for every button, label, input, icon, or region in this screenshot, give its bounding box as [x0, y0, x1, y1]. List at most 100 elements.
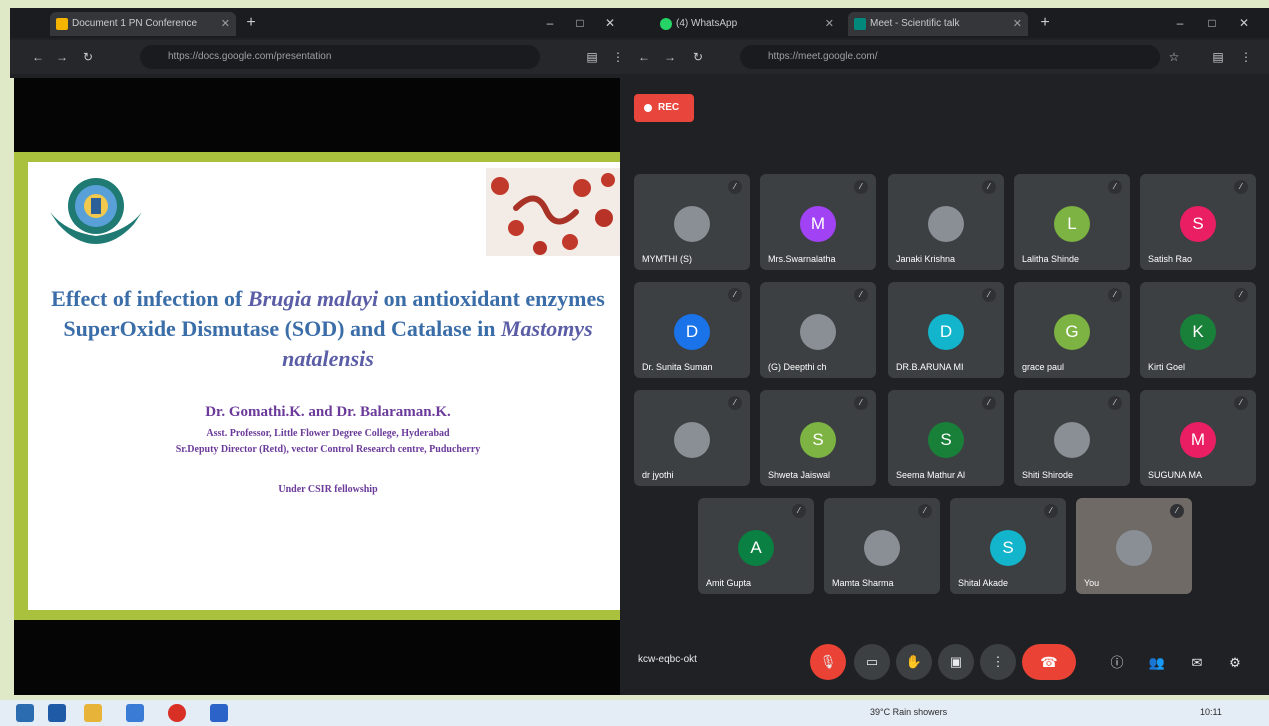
mic-muted-icon: ⁄ [918, 504, 932, 518]
meeting-code: kcw-eqbc-okt [638, 654, 697, 665]
avatar: D [674, 314, 710, 350]
slide-affiliation: Asst. Professor, Little Flower Degree Co… [206, 428, 450, 439]
avatar: L [1054, 206, 1090, 242]
mic-muted-icon: ⁄ [1108, 396, 1122, 410]
minimize-button[interactable]: – [540, 14, 560, 32]
start-icon[interactable] [16, 704, 34, 722]
desktop-edge [0, 0, 10, 726]
forward-icon[interactable]: → [662, 49, 678, 65]
participant-name: MYMTHI (S) [642, 254, 692, 264]
raise-hand-button[interactable]: ✋ [896, 644, 932, 680]
mic-off-button[interactable]: 🎙 [810, 644, 846, 680]
participant-tile[interactable]: ⁄ S Shweta Jaiswal [760, 390, 876, 486]
participant-tile[interactable]: ⁄ You [1076, 498, 1192, 594]
participant-tile[interactable]: ⁄ Shiti Shirode [1014, 390, 1130, 486]
new-tab-button[interactable]: + [1036, 14, 1054, 32]
present-button[interactable]: ▣ [938, 644, 974, 680]
minimize-button[interactable]: – [1170, 14, 1190, 32]
weather-widget[interactable]: 39°C Rain showers [870, 707, 947, 717]
forward-icon[interactable]: → [54, 49, 70, 65]
participant-tile[interactable]: ⁄ S Seema Mathur Al [888, 390, 1004, 486]
meet-icon [854, 18, 866, 30]
clock[interactable]: 10:11 [1200, 707, 1222, 717]
participant-tile[interactable]: ⁄ dr jyothi [634, 390, 750, 486]
maximize-button[interactable]: □ [1202, 14, 1222, 32]
participant-tile[interactable]: ⁄ Ggrace paul [1014, 282, 1130, 378]
participant-name: Janaki Krishna [896, 254, 956, 264]
file-explorer-icon[interactable] [84, 704, 102, 722]
avatar: S [800, 422, 836, 458]
participant-tile[interactable]: ⁄ D DR.B.ARUNA MI [888, 282, 1004, 378]
star-icon[interactable]: ☆ [1166, 49, 1182, 65]
participant-tile[interactable]: ⁄ D Dr. Sunita Suman [634, 282, 750, 378]
tab-whatsapp[interactable]: (4) WhatsApp ✕ [654, 12, 840, 36]
app-icon[interactable] [210, 704, 228, 722]
maximize-button[interactable]: □ [570, 14, 590, 32]
menu-icon[interactable]: ⋮ [610, 49, 626, 65]
participant-tile[interactable]: ⁄ L Lalitha Shinde [1014, 174, 1130, 270]
close-icon[interactable]: ✕ [221, 12, 230, 36]
participant-name: Mamta Sharma [832, 578, 894, 588]
title-species: Brugia malayi [247, 286, 379, 311]
tab-meet[interactable]: Meet - Scientific talk ✕ [848, 12, 1028, 36]
mic-muted-icon: ⁄ [1044, 504, 1058, 518]
close-window-button[interactable]: ✕ [600, 14, 620, 32]
participant-tile[interactable]: ⁄ (G) Deepthi ch [760, 282, 876, 378]
end-call-button[interactable]: ☎ [1022, 644, 1076, 680]
mic-muted-icon: ⁄ [1234, 396, 1248, 410]
back-icon[interactable]: ← [30, 49, 46, 65]
close-window-button[interactable]: ✕ [1234, 14, 1254, 32]
participant-tile[interactable]: ⁄ S Satish Rao [1140, 174, 1256, 270]
participant-name: SUGUNA MA [1148, 470, 1203, 480]
participant-name: Amit Gupta [706, 578, 752, 588]
new-tab-button[interactable]: + [242, 14, 260, 32]
mic-muted-icon: ⁄ [1234, 180, 1248, 194]
avatar [1054, 422, 1090, 458]
slide-fellowship: Under CSIR fellowship [278, 484, 378, 495]
tab-label: (4) WhatsApp [676, 18, 738, 29]
participant-name: Shiti Shirode [1022, 470, 1074, 480]
participant-name: Satish Rao [1148, 254, 1193, 264]
camera-button[interactable]: ▭ [854, 644, 890, 680]
mic-muted-icon: ⁄ [854, 288, 868, 302]
whatsapp-icon [660, 18, 672, 30]
tab-slides[interactable]: Document 1 PN Conference ✕ [50, 12, 236, 36]
mic-muted-icon: ⁄ [728, 180, 742, 194]
slide-content: Effect of infection of Brugia malayi on … [28, 162, 620, 610]
avatar: S [990, 530, 1026, 566]
address-bar-right[interactable]: https://meet.google.com/ [740, 45, 1160, 69]
search-icon[interactable] [48, 704, 66, 722]
participant-name: Seema Mathur Al [896, 470, 966, 480]
people-icon[interactable]: 👥 [1146, 652, 1168, 674]
participant-tile[interactable]: ⁄ M SUGUNA MA [1140, 390, 1256, 486]
more-options-button[interactable]: ⋮ [980, 644, 1016, 680]
address-bar-left[interactable]: https://docs.google.com/presentation [140, 45, 540, 69]
chrome-icon[interactable] [168, 704, 186, 722]
participant-tile[interactable]: ⁄ Janaki Krishna [888, 174, 1004, 270]
menu-icon[interactable]: ⋮ [1238, 49, 1254, 65]
participant-tile[interactable]: ⁄ K Kirti Goel [1140, 282, 1256, 378]
slides-icon [56, 18, 68, 30]
participant-name: grace paul [1022, 362, 1065, 372]
extensions-icon[interactable]: ▤ [584, 49, 600, 65]
slide-authors: Dr. Gomathi.K. and Dr. Balaraman.K. [205, 404, 451, 420]
participant-tile[interactable]: ⁄ MYMTHI (S) [634, 174, 750, 270]
info-icon[interactable]: ⓘ [1106, 652, 1128, 674]
chat-icon[interactable]: ✉ [1186, 652, 1208, 674]
meet-panel: REC ⁄ MYMTHI (S) ⁄ M Mrs.Swarnalatha ⁄ Janaki … [620, 78, 1269, 695]
participant-name: (G) Deepthi ch [768, 362, 827, 372]
participant-tile[interactable]: ⁄ M Mrs.Swarnalatha [760, 174, 876, 270]
participant-tile[interactable]: ⁄ Mamta Sharma [824, 498, 940, 594]
store-icon[interactable] [126, 704, 144, 722]
reload-icon[interactable]: ↻ [690, 49, 706, 65]
participant-tile[interactable]: ⁄ A Amit Gupta [698, 498, 814, 594]
participant-tile[interactable]: ⁄ S Shital Akade [950, 498, 1066, 594]
mic-muted-icon: ⁄ [1108, 288, 1122, 302]
extensions-icon[interactable]: ▤ [1210, 49, 1226, 65]
activities-icon[interactable]: ⚙ [1224, 652, 1246, 674]
back-icon[interactable]: ← [636, 49, 652, 65]
reload-icon[interactable]: ↻ [80, 49, 96, 65]
close-icon[interactable]: ✕ [1013, 12, 1022, 36]
close-icon[interactable]: ✕ [825, 12, 834, 36]
browser-chrome: Document 1 PN Conference ✕ + – □ ✕ (4) W… [10, 8, 1269, 78]
